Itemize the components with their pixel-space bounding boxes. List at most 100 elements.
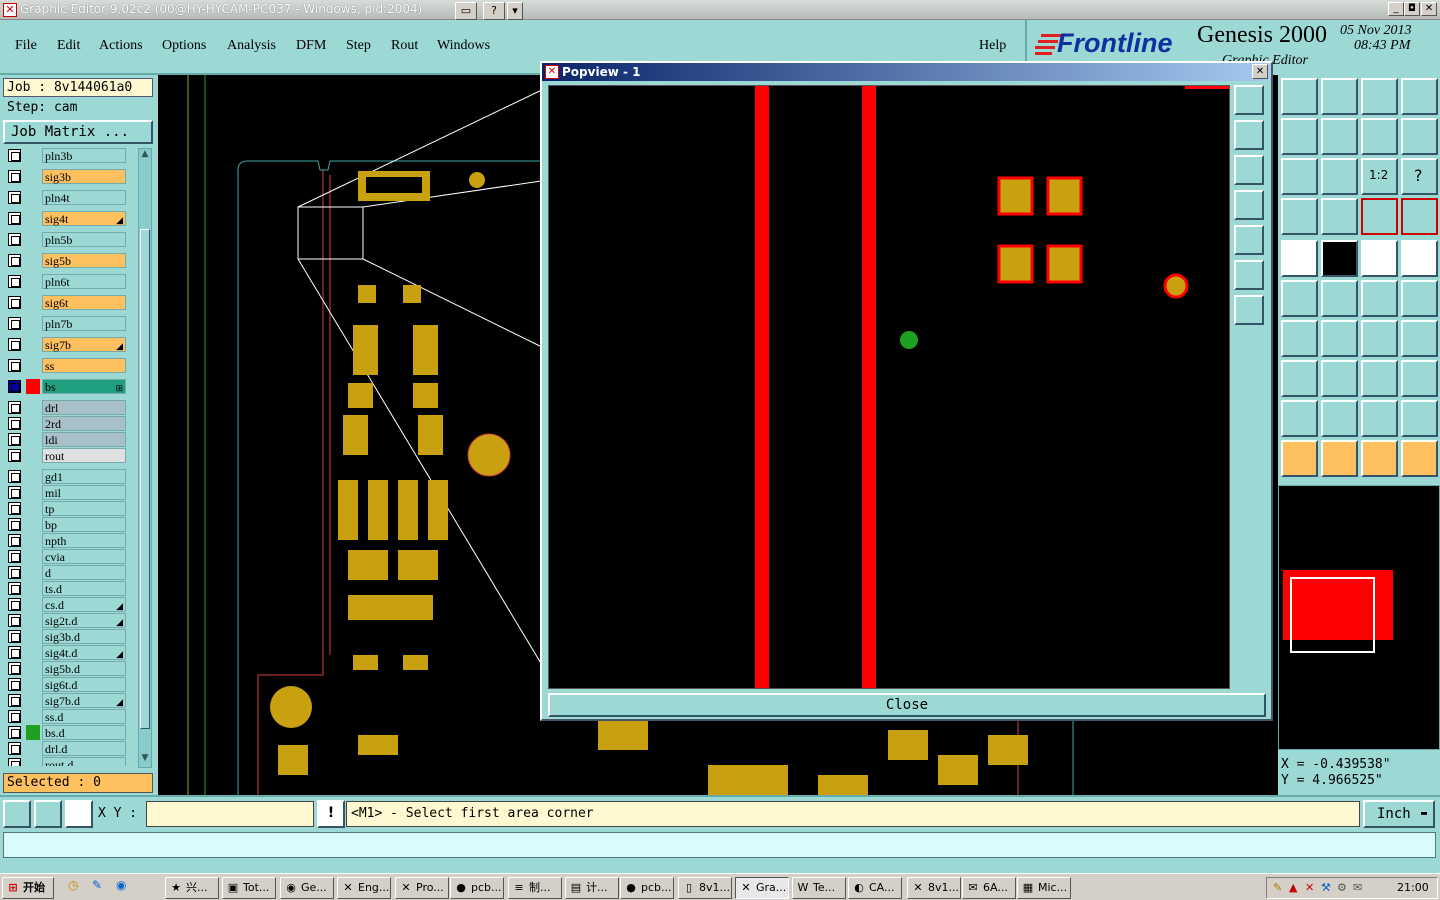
path-tool-icon[interactable] <box>1401 440 1438 477</box>
layer-color-swatch[interactable] <box>26 211 40 226</box>
layer-name[interactable]: d <box>42 565 126 580</box>
taskbar-item[interactable]: W Te... <box>792 877 846 899</box>
layer-checkbox[interactable] <box>8 275 21 288</box>
layer-name[interactable]: cvia <box>42 549 126 564</box>
layer-checkbox[interactable] <box>8 614 21 627</box>
overview-map[interactable] <box>1278 485 1440 750</box>
layer-name[interactable]: rout <box>42 448 126 463</box>
layer-color-swatch[interactable] <box>26 517 40 532</box>
menu-step[interactable]: Step <box>346 38 371 54</box>
page-down-tool-icon[interactable] <box>1321 78 1358 115</box>
snap-alt-tool-icon[interactable] <box>1401 198 1438 235</box>
layer-checkbox[interactable] <box>8 550 21 563</box>
layer-color-swatch[interactable] <box>26 725 40 740</box>
tray-gear-icon[interactable]: ⚙ <box>1337 878 1347 898</box>
layer-row[interactable]: rout.d <box>4 757 136 766</box>
layer-checkbox[interactable] <box>8 359 21 372</box>
popview-dialog[interactable]: ✕ Popview - 1 ✕ Close <box>540 61 1273 721</box>
unit-select[interactable]: Inch ▬ <box>1363 800 1435 828</box>
pointer-box-tool-icon[interactable] <box>1321 440 1358 477</box>
layer-name[interactable]: sig7b.d ◢ <box>42 693 126 708</box>
ruler-tool-icon[interactable] <box>1361 240 1398 277</box>
layer-row[interactable]: gd1 <box>4 469 136 484</box>
layer-row[interactable]: bp <box>4 517 136 532</box>
layer-color-swatch[interactable] <box>26 629 40 644</box>
menu-dfm[interactable]: DFM <box>296 38 326 54</box>
layer-row[interactable]: mil <box>4 485 136 500</box>
zoom-fit-tool-icon[interactable] <box>1281 158 1318 195</box>
layer-checkbox[interactable] <box>8 646 21 659</box>
layer-color-swatch[interactable] <box>26 693 40 708</box>
taskbar-item[interactable]: ◐ CA... <box>848 877 902 899</box>
settings-tool-icon[interactable] <box>1281 198 1318 235</box>
layer-checkbox[interactable] <box>8 212 21 225</box>
layer-name[interactable]: sig7b ◢ <box>42 337 126 352</box>
layer-color-swatch[interactable] <box>26 549 40 564</box>
layer-checkbox[interactable] <box>8 233 21 246</box>
layer-checkbox[interactable] <box>8 758 21 766</box>
overview-drawing[interactable] <box>1279 486 1439 749</box>
taskbar-item[interactable]: ● pcb... <box>620 877 674 899</box>
layer-row[interactable]: drl <box>4 400 136 415</box>
layer-checkbox[interactable] <box>8 566 21 579</box>
layer-row[interactable]: cvia <box>4 549 136 564</box>
popview-close-x-button[interactable]: ✕ <box>1252 64 1268 79</box>
scroll-thumb[interactable] <box>140 229 150 729</box>
layer-row[interactable]: sig2t.d ◢ <box>4 613 136 628</box>
clock-app-icon[interactable]: ◷ <box>68 878 78 892</box>
taskbar-item[interactable]: ● pcb... <box>450 877 504 899</box>
popview-zoom-view[interactable] <box>548 85 1230 689</box>
layer-row[interactable]: bs.d <box>4 725 136 740</box>
pan-right-tool-icon[interactable] <box>1321 118 1358 155</box>
layer-color-swatch[interactable] <box>26 432 40 447</box>
measure-corner-icon[interactable] <box>34 800 62 828</box>
popview-drawing[interactable] <box>549 86 1229 688</box>
layer-color-swatch[interactable] <box>26 581 40 596</box>
layer-checkbox[interactable] <box>8 417 21 430</box>
layer-color-swatch[interactable] <box>26 148 40 163</box>
angle-tool-icon[interactable] <box>1281 320 1318 357</box>
window-split-tool-icon[interactable] <box>1401 78 1438 115</box>
layer-row[interactable]: ss <box>4 358 136 373</box>
layer-name[interactable]: gd1 <box>42 469 126 484</box>
tray-clock[interactable]: 21:00 <box>1397 878 1429 898</box>
layer-name[interactable]: drl.d <box>42 741 126 756</box>
globe-app-icon[interactable]: ◉ <box>116 878 126 892</box>
layer-checkbox[interactable] <box>8 317 21 330</box>
tray-mail-icon[interactable]: ✉ <box>1353 878 1362 898</box>
layer-name[interactable]: ss.d <box>42 709 126 724</box>
popview-pan-right-button[interactable] <box>1234 225 1264 255</box>
layer-color-swatch[interactable] <box>26 379 40 394</box>
layer-color-swatch[interactable] <box>26 274 40 289</box>
layer-name[interactable]: cs.d ◢ <box>42 597 126 612</box>
grid-snap-icon[interactable] <box>65 800 93 828</box>
layer-row[interactable]: rout <box>4 448 136 463</box>
tray-triangle-icon[interactable]: ▲ <box>1289 878 1297 898</box>
layer-list-scrollbar[interactable]: ▲ ▼ <box>138 148 152 768</box>
layer-color-swatch[interactable] <box>26 337 40 352</box>
layer-name[interactable]: ldi <box>42 432 126 447</box>
layer-checkbox[interactable] <box>8 598 21 611</box>
notes-app-icon[interactable]: ✎ <box>92 878 102 892</box>
menu-help[interactable]: Help <box>979 38 1006 54</box>
triangle-select-tool-icon[interactable] <box>1361 400 1398 437</box>
layer-name[interactable]: pln6t <box>42 274 126 289</box>
layer-row[interactable]: 2rd <box>4 416 136 431</box>
layer-name[interactable]: sig2t.d ◢ <box>42 613 126 628</box>
layer-row[interactable]: sig7b ◢ <box>4 337 136 352</box>
layer-row[interactable]: npth <box>4 533 136 548</box>
layer-row[interactable]: cs.d ◢ <box>4 597 136 612</box>
draw-line-tool-icon[interactable] <box>1321 240 1358 277</box>
undo-view-tool-icon[interactable] <box>1361 118 1398 155</box>
layer-color-swatch[interactable] <box>26 645 40 660</box>
layer-checkbox[interactable] <box>8 170 21 183</box>
layer-checkbox[interactable] <box>8 254 21 267</box>
pad-select-tool-icon[interactable] <box>1281 240 1318 277</box>
taskbar-item[interactable]: ◉ Ge... <box>280 877 334 899</box>
layer-color-swatch[interactable] <box>26 416 40 431</box>
layer-checkbox[interactable] <box>8 726 21 739</box>
layer-checkbox[interactable] <box>8 678 21 691</box>
layer-row[interactable]: tp <box>4 501 136 516</box>
layer-color-swatch[interactable] <box>26 597 40 612</box>
popview-close-button[interactable]: Close <box>548 693 1266 717</box>
